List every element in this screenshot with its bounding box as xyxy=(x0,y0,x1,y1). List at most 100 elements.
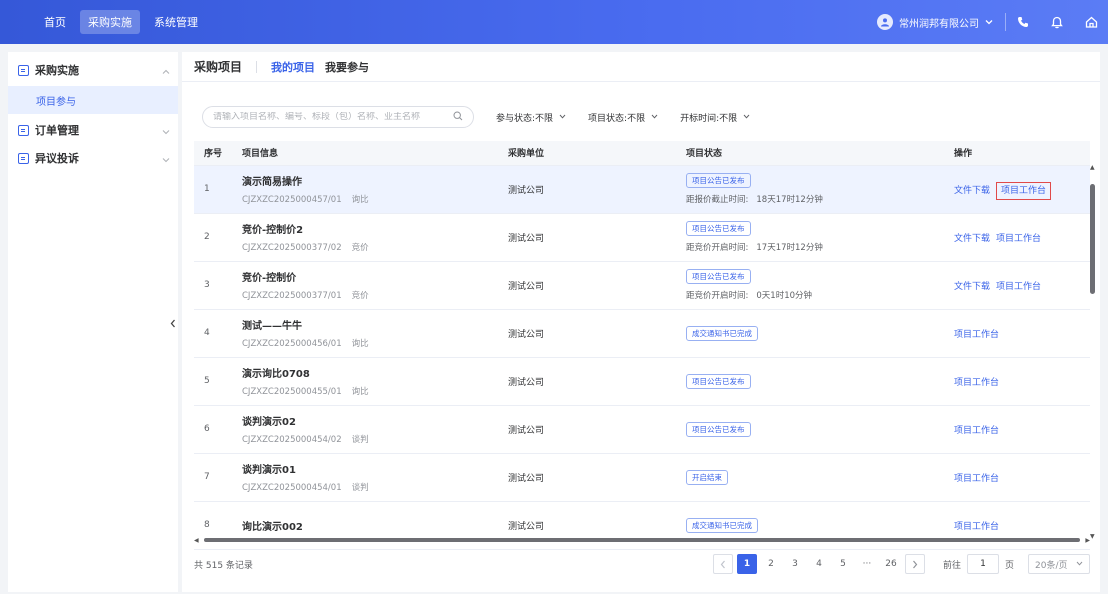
status-badge: 成交通知书已完成 xyxy=(686,325,758,341)
chevron-down-icon xyxy=(651,112,658,122)
filter-participation-status[interactable]: 参与状态:不限 xyxy=(496,111,566,124)
next-page-button[interactable] xyxy=(904,554,925,574)
table-row[interactable]: 1 演示简易操作 CJZXZC2025000457/01 询比 测试公司 项目公告已发布距… xyxy=(194,165,1090,214)
home-icon[interactable] xyxy=(1074,0,1108,44)
project-code: CJZXZC2025000455/01 xyxy=(242,387,342,397)
project-name[interactable]: 竞价-控制价2 xyxy=(242,221,498,236)
status-badge: 项目公告已发布 xyxy=(686,269,751,284)
project-name[interactable]: 演示询比0708 xyxy=(242,365,498,380)
actions-cell: 文件下载 项目工作台 xyxy=(944,213,1090,262)
status-cell: 项目公告已发布 距报价截止时间: 18天17时12分钟 xyxy=(676,165,944,214)
table-row[interactable]: 7 谈判演示01 CJZXZC2025000454/01 谈判 测试公司 开启结束 项目工作… xyxy=(194,453,1090,502)
file-download-link[interactable]: 文件下载 xyxy=(954,282,990,292)
document-icon xyxy=(18,152,29,164)
project-name[interactable]: 谈判演示01 xyxy=(242,461,498,476)
countdown-value: 0天1时10分钟 xyxy=(756,291,813,301)
countdown-value: 18天17时12分钟 xyxy=(756,195,823,205)
search-box xyxy=(202,106,474,128)
project-code: CJZXZC2025000377/02 xyxy=(242,243,342,253)
project-workbench-link[interactable]: 项目工作台 xyxy=(954,378,999,388)
sidebar-group-orders[interactable]: 订单管理 xyxy=(8,116,178,144)
scroll-left-icon[interactable]: ◀ xyxy=(194,537,199,544)
filter-label: 开标时间:不限 xyxy=(680,113,738,124)
project-name[interactable]: 询比演示002 xyxy=(242,518,498,533)
page-1[interactable]: 1 xyxy=(736,554,757,574)
purchaser-cell: 测试公司 xyxy=(498,453,676,502)
table-row[interactable]: 4 测试——牛牛 CJZXZC2025000456/01 询比 测试公司 成交通知书已完成… xyxy=(194,309,1090,358)
chevron-down-icon xyxy=(985,17,993,28)
project-name[interactable]: 谈判演示02 xyxy=(242,413,498,428)
sidebar-collapse-button[interactable] xyxy=(166,314,180,332)
procurement-method: 询比 xyxy=(351,339,369,349)
search-input[interactable] xyxy=(213,112,453,122)
procurement-method: 询比 xyxy=(351,195,369,205)
project-workbench-link[interactable]: 项目工作台 xyxy=(954,426,999,436)
scroll-down-icon[interactable]: ▼ xyxy=(1090,533,1095,540)
sidebar-group-procurement[interactable]: 采购实施 xyxy=(8,56,178,84)
status-badge: 成交通知书已完成 xyxy=(686,517,758,533)
search-icon[interactable] xyxy=(453,110,463,124)
chevron-down-icon xyxy=(162,125,170,138)
scroll-right-icon[interactable]: ▶ xyxy=(1085,537,1090,544)
project-code: CJZXZC2025000377/01 xyxy=(242,291,342,301)
project-code: CJZXZC2025000456/01 xyxy=(242,339,342,349)
status-badge: 项目公告已发布 xyxy=(686,221,751,236)
nav-system-admin[interactable]: 系统管理 xyxy=(146,10,206,34)
page-2[interactable]: 2 xyxy=(761,554,781,574)
table-row[interactable]: 6 谈判演示02 CJZXZC2025000454/02 谈判 测试公司 项目公告已发布 项… xyxy=(194,405,1090,454)
page-ellipsis[interactable]: ··· xyxy=(857,554,877,574)
project-workbench-link[interactable]: 项目工作台 xyxy=(996,282,1041,292)
project-name[interactable]: 测试——牛牛 xyxy=(242,317,498,332)
table-row[interactable]: 3 竞价-控制价 CJZXZC2025000377/01 竞价 测试公司 项目公告已发布距… xyxy=(194,261,1090,310)
file-download-link[interactable]: 文件下载 xyxy=(954,186,990,196)
bell-icon[interactable] xyxy=(1040,0,1074,44)
project-info-cell: 测试——牛牛 CJZXZC2025000456/01 询比 xyxy=(232,309,498,358)
filter-bid-open-time[interactable]: 开标时间:不限 xyxy=(680,111,750,124)
project-workbench-link[interactable]: 项目工作台 xyxy=(996,234,1041,244)
actions-cell: 项目工作台 xyxy=(944,405,1090,454)
page-title: 采购项目 xyxy=(194,60,243,74)
horizontal-scroll-thumb[interactable] xyxy=(204,538,1080,542)
page-size-select[interactable]: 20条/页 xyxy=(1028,554,1090,574)
row-index: 7 xyxy=(194,453,232,502)
page-4[interactable]: 4 xyxy=(809,554,829,574)
status-badge: 项目公告已发布 xyxy=(686,173,751,188)
project-workbench-link[interactable]: 项目工作台 xyxy=(954,474,999,484)
tab-participate[interactable]: 我要参与 xyxy=(325,59,369,75)
file-download-link[interactable]: 文件下载 xyxy=(954,234,990,244)
horizontal-scrollbar[interactable]: ◀ ▶ xyxy=(194,536,1090,544)
filter-project-status[interactable]: 项目状态:不限 xyxy=(588,111,658,124)
scroll-up-icon[interactable]: ▲ xyxy=(1090,164,1095,171)
sidebar-item-project-participation[interactable]: 项目参与 xyxy=(8,86,178,114)
project-table: 序号 项目信息 采购单位 项目状态 操作 1 演示简易操作 CJZXZC202500… xyxy=(194,141,1090,550)
page-5[interactable]: 5 xyxy=(833,554,853,574)
vertical-scrollbar[interactable]: ▲ ▼ xyxy=(1088,164,1097,540)
company-switcher[interactable]: 常州润邦有限公司 xyxy=(865,14,1005,30)
project-workbench-link[interactable]: 项目工作台 xyxy=(954,330,999,340)
page-26[interactable]: 26 xyxy=(881,554,901,574)
nav-procurement[interactable]: 采购实施 xyxy=(80,10,140,34)
table-row[interactable]: 5 演示询比0708 CJZXZC2025000455/01 询比 测试公司 项目公告已发… xyxy=(194,357,1090,406)
goto-suffix: 页 xyxy=(1004,560,1014,571)
row-index-value: 1 xyxy=(204,184,210,194)
chevron-down-icon xyxy=(162,153,170,166)
page-3[interactable]: 3 xyxy=(785,554,805,574)
goto-page-input[interactable] xyxy=(966,554,999,574)
project-name[interactable]: 演示简易操作 xyxy=(242,173,498,188)
project-name[interactable]: 竞价-控制价 xyxy=(242,269,498,284)
nav-home[interactable]: 首页 xyxy=(36,10,74,34)
sidebar-group-complaints[interactable]: 异议投诉 xyxy=(8,144,178,172)
prev-page-button[interactable] xyxy=(712,554,733,574)
project-workbench-link[interactable]: 项目工作台 xyxy=(954,522,999,532)
phone-icon[interactable] xyxy=(1006,0,1040,44)
countdown-hint: 距竞价开启时间: 0天1时10分钟 xyxy=(686,289,944,301)
sidebar: 采购实施 项目参与 订单管理 异议投诉 xyxy=(8,52,178,592)
vertical-scroll-thumb[interactable] xyxy=(1090,184,1095,294)
project-workbench-link[interactable]: 项目工作台 xyxy=(996,181,1052,200)
col-header-actions: 操作 xyxy=(944,141,1090,166)
table-row[interactable]: 2 竞价-控制价2 CJZXZC2025000377/02 竞价 测试公司 项目公告已发布… xyxy=(194,213,1090,262)
project-meta: CJZXZC2025000457/01 询比 xyxy=(242,193,498,205)
countdown-value: 17天17时12分钟 xyxy=(756,243,823,253)
tab-my-projects[interactable]: 我的项目 xyxy=(271,59,315,75)
company-name: 常州润邦有限公司 xyxy=(899,18,979,30)
